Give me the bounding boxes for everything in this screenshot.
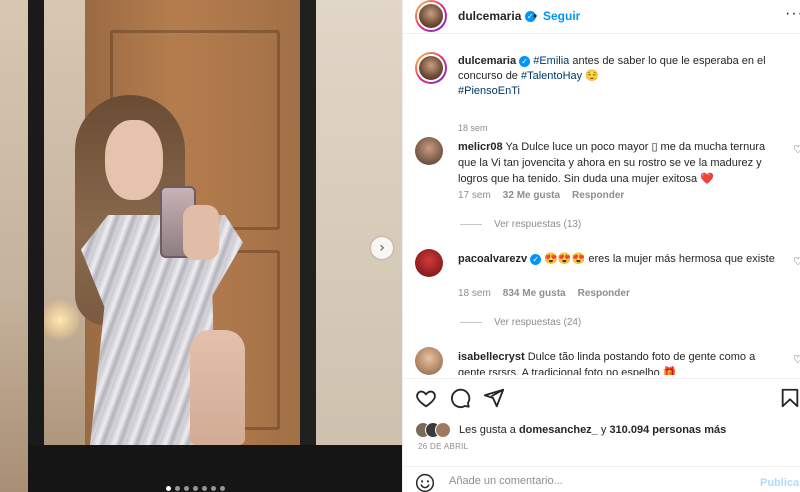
post-date[interactable]: 26 DE ABRIL xyxy=(418,442,468,451)
comment-item: melicr08 Ya Dulce luce un poco mayor ▯ m… xyxy=(415,137,800,247)
carousel-dot xyxy=(175,486,180,491)
post-header: dulcemaria ✓ • Seguir ··· xyxy=(403,0,800,34)
carousel-dot xyxy=(193,486,198,491)
likes-text: Les gusta a domesanchez_ y 310.094 perso… xyxy=(459,424,726,436)
comment-item: isabellecryst Dulce tão linda postando f… xyxy=(415,347,800,375)
header-username[interactable]: dulcemaria ✓ xyxy=(458,9,536,23)
view-replies-label[interactable]: Ver respuestas (13) xyxy=(494,219,581,230)
verified-icon: ✓ xyxy=(530,253,542,265)
comment-body: 😍😍😍 eres la mujer más hermosa que existe xyxy=(541,253,775,265)
action-bar xyxy=(403,378,800,418)
comment-meta: 18 sem 834 Me gusta Responder xyxy=(458,288,630,299)
likes-middle: y xyxy=(597,424,610,436)
likes-user-link[interactable]: domesanchez_ xyxy=(519,424,598,436)
carousel-dot xyxy=(211,486,216,491)
caption-text: dulcemaria ✓ #Emilia antes de saber lo q… xyxy=(458,54,788,99)
hashtag-link[interactable]: #PiensoEnTi xyxy=(458,85,520,97)
heart-icon[interactable] xyxy=(415,387,437,409)
comment-time[interactable]: 17 sem xyxy=(458,190,491,201)
avatar[interactable] xyxy=(415,0,447,32)
caption-time[interactable]: 18 sem xyxy=(458,123,488,133)
comment-meta: 17 sem 32 Me gusta Responder xyxy=(458,190,624,201)
comment-time[interactable]: 18 sem xyxy=(458,288,491,299)
carousel-dot xyxy=(184,486,189,491)
comment-username[interactable]: melicr08 xyxy=(458,141,503,153)
username-text[interactable]: dulcemaria xyxy=(458,9,521,23)
post-photo xyxy=(0,0,402,492)
avatar xyxy=(435,422,451,438)
emoji-icon[interactable] xyxy=(415,473,435,492)
avatar[interactable] xyxy=(415,347,443,375)
comment-input[interactable] xyxy=(449,475,749,487)
bookmark-icon[interactable] xyxy=(779,387,800,409)
carousel-dot xyxy=(220,486,225,491)
chevron-right-icon[interactable]: › xyxy=(371,237,393,259)
comment-text: melicr08 Ya Dulce luce un poco mayor ▯ m… xyxy=(458,139,783,187)
heart-icon[interactable]: ♡ xyxy=(793,255,800,268)
reply-button[interactable]: Responder xyxy=(572,190,624,201)
separator-dot: • xyxy=(533,9,538,23)
avatar[interactable] xyxy=(415,52,447,84)
hashtag-link[interactable]: #TalentoHay xyxy=(521,70,582,82)
avatar[interactable] xyxy=(415,249,443,277)
comment-text: isabellecryst Dulce tão linda postando f… xyxy=(458,349,783,375)
carousel-dots xyxy=(166,486,225,491)
view-replies-label[interactable]: Ver respuestas (24) xyxy=(494,317,581,328)
comment-likes[interactable]: 32 Me gusta xyxy=(503,190,560,201)
view-replies-button[interactable]: Ver respuestas (13) xyxy=(460,219,581,230)
likes-summary: Les gusta a domesanchez_ y 310.094 perso… xyxy=(415,422,726,438)
add-comment-bar: Publicar xyxy=(403,466,800,492)
avatar[interactable] xyxy=(415,137,443,165)
carousel-dot xyxy=(202,486,207,491)
share-icon[interactable] xyxy=(483,387,505,409)
hashtag-link[interactable]: #Emilia xyxy=(533,55,569,67)
post-media[interactable]: › xyxy=(0,0,402,492)
likes-count-link[interactable]: 310.094 personas más xyxy=(609,424,726,436)
heart-icon[interactable]: ♡ xyxy=(793,353,800,366)
comment-body: Ya Dulce luce un poco mayor ▯ me da much… xyxy=(458,141,766,185)
comment-likes[interactable]: 834 Me gusta xyxy=(503,288,566,299)
comments-list[interactable]: dulcemaria ✓ #Emilia antes de saber lo q… xyxy=(403,35,800,375)
comment-item: pacoalvarezv ✓ 😍😍😍 eres la mujer más her… xyxy=(415,249,800,349)
caption-emoji: 😌 xyxy=(582,70,599,82)
heart-icon[interactable]: ♡ xyxy=(793,143,800,156)
likes-prefix: Les gusta a xyxy=(459,424,519,436)
publish-button[interactable]: Publicar xyxy=(760,477,800,489)
reply-button[interactable]: Responder xyxy=(578,288,630,299)
post-panel: dulcemaria ✓ • Seguir ··· dulcemaria ✓ #… xyxy=(402,0,800,492)
comment-username[interactable]: pacoalvarezv xyxy=(458,253,527,265)
comment-text: pacoalvarezv ✓ 😍😍😍 eres la mujer más her… xyxy=(458,251,783,267)
verified-icon: ✓ xyxy=(519,55,531,67)
comment-username[interactable]: isabellecryst xyxy=(458,351,525,363)
carousel-dot xyxy=(166,486,171,491)
more-options-icon[interactable]: ··· xyxy=(785,5,800,23)
caption-username[interactable]: dulcemaria xyxy=(458,55,516,67)
comment-icon[interactable] xyxy=(449,387,471,409)
view-replies-button[interactable]: Ver respuestas (24) xyxy=(460,317,581,328)
follow-button[interactable]: Seguir xyxy=(543,9,580,23)
